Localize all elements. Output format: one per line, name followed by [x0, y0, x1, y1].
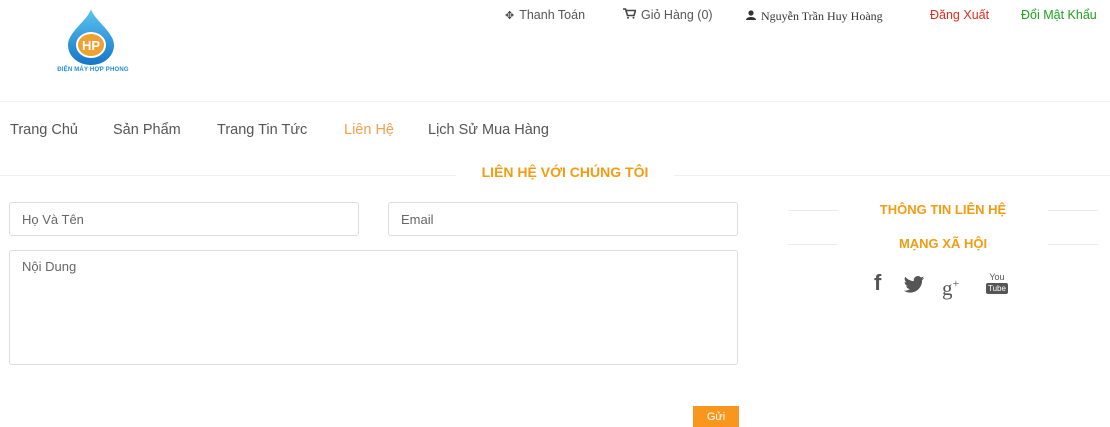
payment-link[interactable]: ✥ Thanh Toán	[505, 8, 585, 22]
user-account-link[interactable]: Nguyễn Trần Huy Hoàng	[746, 9, 883, 24]
cart-link[interactable]: Giỏ Hàng (0)	[623, 8, 713, 22]
nav-item-news[interactable]: Trang Tin Tức	[217, 122, 307, 138]
nav-item-products[interactable]: Sản Phẩm	[113, 122, 181, 138]
contact-info-heading: THÔNG TIN LIÊN HỆ	[788, 202, 1098, 218]
youtube-icon[interactable]: You Tube	[986, 273, 1008, 294]
facebook-icon[interactable]: f	[874, 270, 881, 296]
social-heading: MẠNG XÃ HỘI	[788, 236, 1098, 252]
youtube-text-tube: Tube	[986, 283, 1008, 294]
nav-item-contact[interactable]: Liên Hệ	[344, 122, 394, 138]
email-field[interactable]	[388, 202, 738, 236]
contact-form-title: LIÊN HỆ VỚI CHÚNG TÔI	[456, 164, 674, 180]
contact-info-line-right	[1048, 210, 1098, 211]
nav-item-home[interactable]: Trang Chủ	[10, 122, 78, 138]
user-icon	[746, 10, 756, 23]
header-divider	[0, 101, 1110, 102]
payment-icon: ✥	[505, 10, 515, 22]
google-plus-icon[interactable]: g+	[942, 270, 959, 301]
logo-drop-icon: HP	[68, 9, 114, 65]
twitter-icon[interactable]	[903, 276, 925, 298]
cart-icon	[623, 8, 637, 22]
change-password-link[interactable]: Đổi Mật Khẩu	[1021, 8, 1097, 22]
payment-label: Thanh Toán	[519, 8, 586, 22]
cart-label: Giỏ Hàng (0)	[641, 8, 713, 22]
logo-initials: HP	[82, 38, 100, 53]
send-button[interactable]: Gửi	[693, 406, 739, 427]
user-name: Nguyễn Trần Huy Hoàng	[761, 9, 883, 23]
message-field[interactable]	[9, 250, 738, 365]
logo-brand-text: ĐIỆN MÁY HỢP PHONG	[57, 67, 129, 73]
logout-link[interactable]: Đăng Xuất	[930, 8, 989, 22]
name-field[interactable]	[9, 202, 359, 236]
youtube-text-you: You	[989, 272, 1005, 282]
nav-item-order-history[interactable]: Lịch Sử Mua Hàng	[428, 122, 549, 138]
social-line-right	[1048, 244, 1098, 245]
site-logo[interactable]: HP ĐIỆN MÁY HỢP PHONG	[38, 8, 148, 78]
